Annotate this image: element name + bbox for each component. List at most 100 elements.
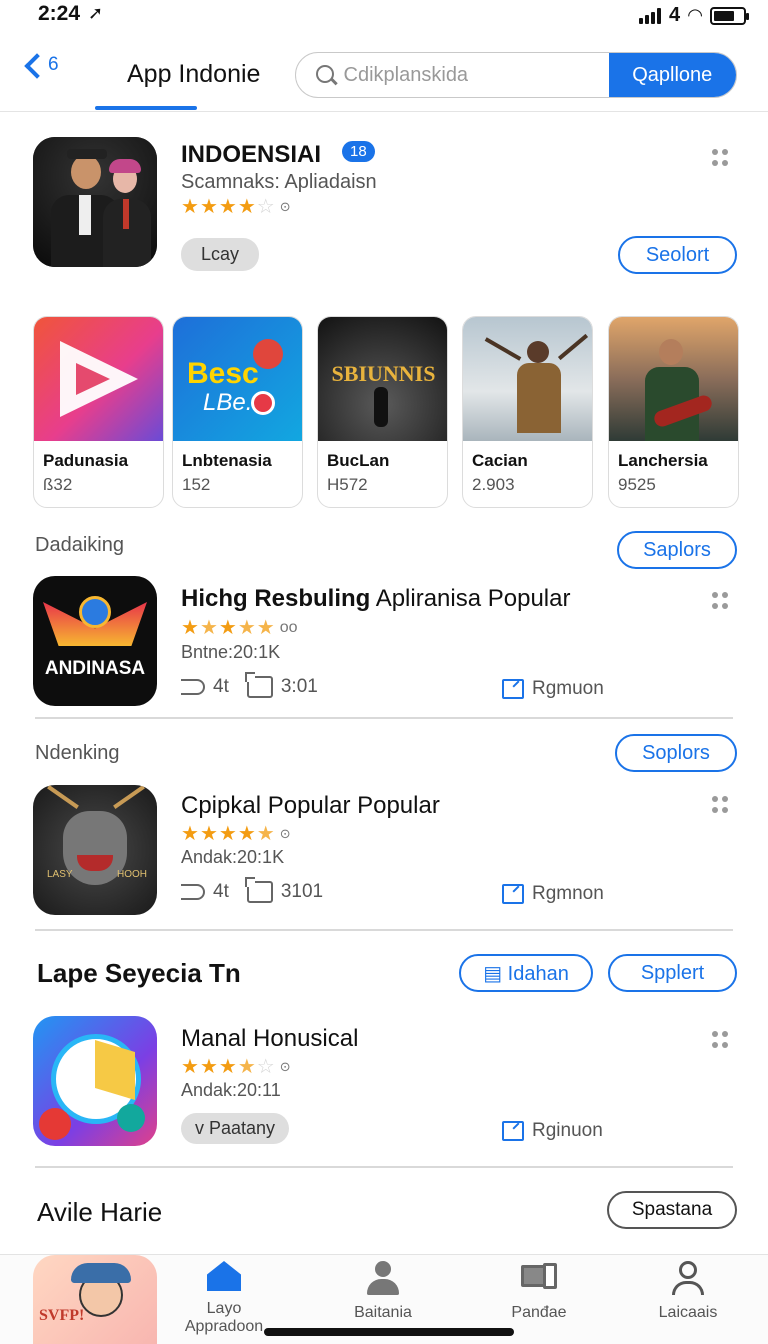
nav-item-account[interactable]: Laicaais	[628, 1261, 748, 1322]
network-label: 4	[669, 4, 681, 26]
app-card[interactable]: Lanchersia 9525	[608, 316, 739, 508]
external-link-icon	[502, 884, 524, 904]
card-title: Cacian	[472, 451, 528, 470]
section-label: Ndenking	[35, 742, 120, 764]
featured-app-name[interactable]: INDOENSIAI	[181, 141, 321, 169]
card-title: Lanchersia	[618, 451, 708, 470]
open-app-link[interactable]: Rgmuon	[502, 678, 604, 700]
featured-app-icon[interactable]	[33, 137, 157, 267]
nav-label: Panđae	[511, 1304, 567, 1321]
featured-app-subtitle: Scamnaks: Apliadaisn	[181, 171, 377, 193]
comment-button[interactable]: 3101	[244, 877, 323, 903]
location-arrow-icon: ➚	[88, 3, 104, 23]
list-app-icon[interactable]: ANDINASA	[33, 576, 157, 706]
nav-label: Layo	[206, 1300, 242, 1317]
card-title: BucLan	[327, 451, 390, 470]
search-bar: Qapllone	[295, 52, 737, 98]
share-button[interactable]: 4t	[181, 881, 229, 903]
card-image	[609, 317, 738, 441]
list-app-meta: Andak:20:11	[181, 1080, 281, 1100]
list-app-icon[interactable]: LASY HOOH	[33, 785, 157, 915]
comment-icon	[244, 877, 273, 903]
battery-icon	[710, 6, 749, 25]
person-icon	[365, 1261, 401, 1295]
list-icon: ▤	[483, 962, 508, 985]
divider	[35, 929, 733, 931]
section-action-button[interactable]: Spplert	[608, 954, 737, 992]
app-card[interactable]: Besc LBe. Lnbtenasia 152	[172, 316, 303, 508]
search-icon	[296, 53, 344, 97]
card-count: 2.903	[472, 475, 515, 494]
status-time: 2:24	[38, 2, 81, 25]
app-card[interactable]: Padunasia ß32	[33, 316, 164, 508]
section-heading: Lape Seyecia Tn	[37, 958, 241, 988]
app-card[interactable]: SBIUNNIS BucLan H572	[317, 316, 448, 508]
section-action-button[interactable]: Soplors	[615, 734, 737, 772]
active-tab-indicator	[95, 106, 197, 110]
signal-icon	[639, 7, 662, 24]
list-app-meta: Andak:20:1K	[181, 847, 285, 867]
list-app-rating: ★ ★ ★ ★ ★ ⊙	[181, 823, 291, 845]
open-app-link[interactable]: Rginuon	[502, 1120, 603, 1142]
list-app-actions: 4t 3101	[181, 877, 323, 903]
list-app-title[interactable]: Manal Honusical	[181, 1025, 358, 1053]
card-image: SBIUNNIS	[318, 317, 447, 441]
list-app-meta: Bntne:20:1K	[181, 642, 281, 662]
status-bar: 2:24 ➚ 4 ◠	[0, 0, 768, 30]
card-title: Lnbtenasia	[182, 451, 272, 470]
more-options-icon[interactable]	[712, 1031, 730, 1049]
top-header: 6 App Indonie Qapllone	[0, 36, 768, 112]
section-label: Dadaiking	[35, 534, 124, 556]
card-count: 9525	[618, 475, 656, 494]
user-outline-icon	[670, 1261, 706, 1295]
card-image	[34, 317, 163, 441]
more-options-icon[interactable]	[712, 796, 730, 814]
share-button[interactable]: 4t	[181, 676, 229, 698]
card-count: ß32	[43, 475, 73, 494]
app-card[interactable]: Cacian 2.903	[462, 316, 593, 508]
featured-action-button[interactable]: Seolort	[618, 236, 737, 274]
section-action-button[interactable]: Saplors	[617, 531, 737, 569]
age-badge: 18	[342, 141, 375, 162]
nav-label: Baitania	[354, 1304, 412, 1321]
more-options-icon[interactable]	[712, 592, 730, 610]
section-heading: Avile Harie	[37, 1197, 163, 1227]
nav-label: Laicaais	[658, 1304, 718, 1321]
status-indicators: 4 ◠	[639, 4, 749, 27]
profile-avatar[interactable]: SVFP!	[33, 1255, 157, 1344]
external-link-icon	[502, 1121, 524, 1141]
comment-icon	[244, 672, 273, 698]
list-app-rating: ★ ★ ★ ★ ★ oo	[181, 617, 298, 639]
search-input[interactable]	[343, 53, 609, 97]
nav-item-profile[interactable]: Baitania	[323, 1261, 443, 1322]
list-app-actions: 4t 3:01	[181, 672, 318, 698]
divider	[35, 717, 733, 719]
share-icon	[181, 884, 205, 900]
list-app-rating: ★ ★ ★ ★ ☆ ⊙	[181, 1056, 291, 1078]
open-app-link[interactable]: Rgmnon	[502, 883, 604, 905]
card-image	[463, 317, 592, 441]
search-button[interactable]: Qapllone	[608, 53, 736, 97]
list-app-icon[interactable]	[33, 1016, 157, 1146]
more-options-icon[interactable]	[712, 149, 730, 167]
comment-button[interactable]: 3:01	[244, 672, 318, 698]
divider	[35, 1166, 733, 1168]
devices-icon	[519, 1261, 559, 1295]
chevron-left-icon	[24, 53, 50, 79]
section-action-button[interactable]: ▤ Idahan	[459, 954, 593, 992]
back-button[interactable]: 6	[22, 53, 59, 79]
home-icon	[207, 1261, 241, 1291]
page-title[interactable]: App Indonie	[127, 60, 260, 89]
nav-item-home[interactable]: Layo Appradoon	[164, 1261, 284, 1336]
card-count: H572	[327, 475, 368, 494]
featured-tag: Lcay	[181, 238, 260, 271]
nav-item-devices[interactable]: Panđae	[479, 1261, 599, 1322]
list-app-title[interactable]: Hichg Resbuling Apliranisa Popular	[181, 585, 570, 613]
list-app-tag: v Paatany	[181, 1113, 290, 1144]
card-image: Besc LBe.	[173, 317, 302, 441]
list-app-title[interactable]: Cpipkal Popular Popular	[181, 792, 440, 820]
home-indicator	[264, 1328, 514, 1336]
card-count: 152	[182, 475, 211, 494]
card-title: Padunasia	[43, 451, 129, 470]
section-action-button[interactable]: Spastana	[607, 1191, 737, 1229]
